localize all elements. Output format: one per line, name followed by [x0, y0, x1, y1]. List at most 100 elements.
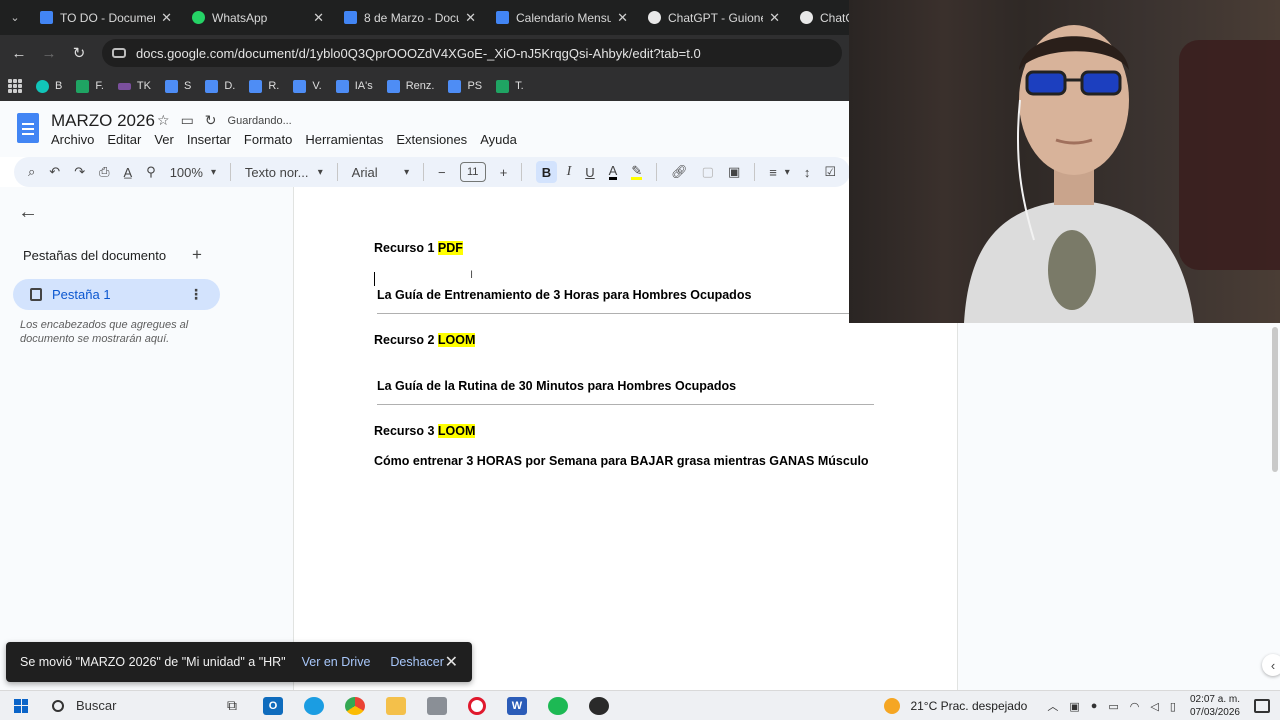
volume-icon[interactable]: ◁ — [1150, 700, 1158, 713]
bookmark[interactable]: R. — [249, 79, 279, 93]
tab-search-chevron-icon[interactable]: ⌄ — [0, 0, 30, 35]
close-icon[interactable]: ✕ — [769, 10, 780, 26]
tab-pestana-1[interactable]: Pestaña 1 ⋮ — [13, 279, 220, 310]
menu-ayuda[interactable]: Ayuda — [480, 132, 517, 147]
bookmark[interactable]: PS — [448, 79, 482, 93]
add-tab-button[interactable]: + — [192, 245, 202, 265]
italic-button[interactable]: I — [567, 164, 572, 180]
browser-tab[interactable]: WhatsApp ✕ — [182, 0, 334, 35]
bookmark[interactable]: F. — [76, 79, 104, 93]
reload-icon[interactable]: ↻ — [64, 44, 94, 62]
wifi-icon[interactable]: ◠ — [1130, 700, 1140, 713]
print-icon[interactable]: ⎙ — [99, 164, 109, 180]
undo-icon[interactable]: ↶ — [49, 164, 60, 180]
paint-format-icon[interactable]: ⚲ — [146, 164, 156, 180]
redo-icon[interactable]: ↷ — [74, 164, 85, 180]
menu-editar[interactable]: Editar — [107, 132, 141, 147]
close-icon[interactable]: ✕ — [445, 652, 458, 672]
bookmark[interactable]: V. — [293, 79, 322, 93]
bookmark[interactable]: IA's — [335, 79, 373, 93]
close-icon[interactable]: ✕ — [161, 10, 172, 26]
close-icon[interactable]: ✕ — [465, 10, 476, 26]
clock[interactable]: 02:07 a. m. 07/03/2026 — [1190, 693, 1240, 719]
taskbar-search[interactable]: Buscar — [42, 691, 212, 720]
document-title[interactable]: MARZO 2026 — [51, 111, 155, 131]
file-explorer-icon[interactable] — [386, 696, 406, 715]
chevron-up-icon[interactable]: ︿ — [1047, 698, 1058, 714]
battery-icon[interactable]: ▭ — [1108, 700, 1118, 713]
opera-icon[interactable] — [468, 696, 486, 715]
resource-1-title[interactable]: La Guía de Entrenamiento de 3 Horas para… — [377, 288, 751, 302]
decrease-font-icon[interactable]: − — [438, 165, 446, 180]
text-color-button[interactable]: A — [608, 164, 618, 180]
forward-icon[interactable]: → — [34, 45, 64, 62]
browser-tab[interactable]: Calendario Mensual ✕ — [486, 0, 638, 35]
obs-icon[interactable] — [589, 696, 609, 715]
underline-button[interactable]: U — [585, 165, 594, 180]
edge-icon[interactable] — [304, 696, 324, 715]
resource-2-title[interactable]: La Guía de la Rutina de 30 Minutos para … — [377, 379, 736, 393]
resource-3-title[interactable]: Cómo entrenar 3 HORAS por Semana para BA… — [374, 454, 869, 468]
docs-logo-icon[interactable] — [17, 113, 39, 143]
menu-archivo[interactable]: Archivo — [51, 132, 94, 147]
close-icon[interactable]: ✕ — [313, 10, 324, 26]
browser-tab[interactable]: ChatGPT - Guiones b ✕ — [638, 0, 790, 35]
close-icon[interactable]: ✕ — [617, 10, 628, 26]
bookmark[interactable]: Renz. — [386, 79, 434, 93]
open-in-drive-link[interactable]: Ver en Drive — [302, 655, 371, 669]
resource-3-heading[interactable]: Recurso 3 LOOM — [374, 424, 476, 438]
browser-tab[interactable]: 8 de Marzo - Docum ✕ — [334, 0, 486, 35]
align-icon[interactable]: ≡ — [769, 165, 790, 180]
menu-insertar[interactable]: Insertar — [187, 132, 231, 147]
back-icon[interactable]: ← — [4, 45, 34, 62]
url-input[interactable]: docs.google.com/document/d/1yblo0Q3QprOO… — [102, 39, 842, 67]
task-view-icon[interactable]: ⧉ — [222, 697, 242, 715]
insert-image-icon[interactable]: ▣ — [728, 164, 740, 180]
power-icon[interactable]: ▯ — [1170, 700, 1176, 713]
menu-herramientas[interactable]: Herramientas — [305, 132, 383, 147]
more-options-icon[interactable]: ⋮ — [189, 286, 203, 303]
highlight-color-icon[interactable]: ✎ — [631, 164, 643, 180]
style-select[interactable]: Texto nor... — [245, 165, 323, 180]
browser-tab[interactable]: TO DO - Documento ✕ — [30, 0, 182, 35]
menu-ver[interactable]: Ver — [154, 132, 174, 147]
weather-icon[interactable] — [884, 698, 901, 714]
notifications-icon[interactable] — [1254, 699, 1270, 713]
side-panel-toggle-icon[interactable]: ‹ — [1262, 654, 1280, 676]
vertical-scrollbar[interactable] — [1272, 327, 1278, 472]
spellcheck-icon[interactable]: A̲ — [124, 165, 133, 180]
spotify-icon[interactable] — [548, 696, 568, 715]
add-comment-icon[interactable]: ▢ — [702, 164, 714, 180]
font-size-input[interactable]: 11 — [459, 162, 486, 182]
network-icon[interactable]: ▣ — [1069, 700, 1079, 713]
bookmark[interactable]: B — [36, 79, 62, 93]
site-settings-icon[interactable] — [112, 48, 126, 58]
word-icon[interactable]: W — [507, 696, 527, 715]
move-folder-icon[interactable]: ▭ — [181, 112, 194, 129]
bold-button[interactable]: B — [536, 161, 557, 183]
printer-app-icon[interactable] — [427, 696, 447, 715]
insert-link-icon[interactable]: 🔗︎ — [671, 164, 688, 180]
back-arrow-icon[interactable]: ← — [18, 201, 38, 224]
windows-start-icon[interactable] — [14, 698, 28, 713]
resource-2-heading[interactable]: Recurso 2 LOOM — [374, 333, 476, 347]
checklist-icon[interactable]: ☑ — [824, 164, 836, 180]
undo-link[interactable]: Deshacer — [390, 655, 444, 669]
line-spacing-icon[interactable]: ↕ — [804, 165, 811, 180]
bookmark[interactable]: D. — [205, 79, 235, 93]
outlook-icon[interactable]: O — [263, 696, 283, 715]
font-select[interactable]: Arial — [352, 165, 409, 180]
apps-grid-icon[interactable] — [8, 79, 22, 93]
bookmark[interactable]: T. — [496, 79, 524, 93]
weather-text[interactable]: 21°C Prac. despejado — [910, 699, 1027, 713]
menu-formato[interactable]: Formato — [244, 132, 292, 147]
bookmark[interactable]: S — [164, 79, 191, 93]
resource-1-heading[interactable]: Recurso 1 PDF — [374, 241, 463, 255]
zoom-select[interactable]: 100% — [170, 165, 216, 180]
bookmark[interactable]: TK — [117, 80, 151, 92]
microphone-icon[interactable]: ● — [1091, 700, 1098, 712]
increase-font-icon[interactable]: + — [500, 165, 508, 180]
menu-extensiones[interactable]: Extensiones — [396, 132, 467, 147]
chrome-icon[interactable] — [345, 696, 365, 715]
search-menus-icon[interactable]: ⌕ — [28, 164, 35, 180]
